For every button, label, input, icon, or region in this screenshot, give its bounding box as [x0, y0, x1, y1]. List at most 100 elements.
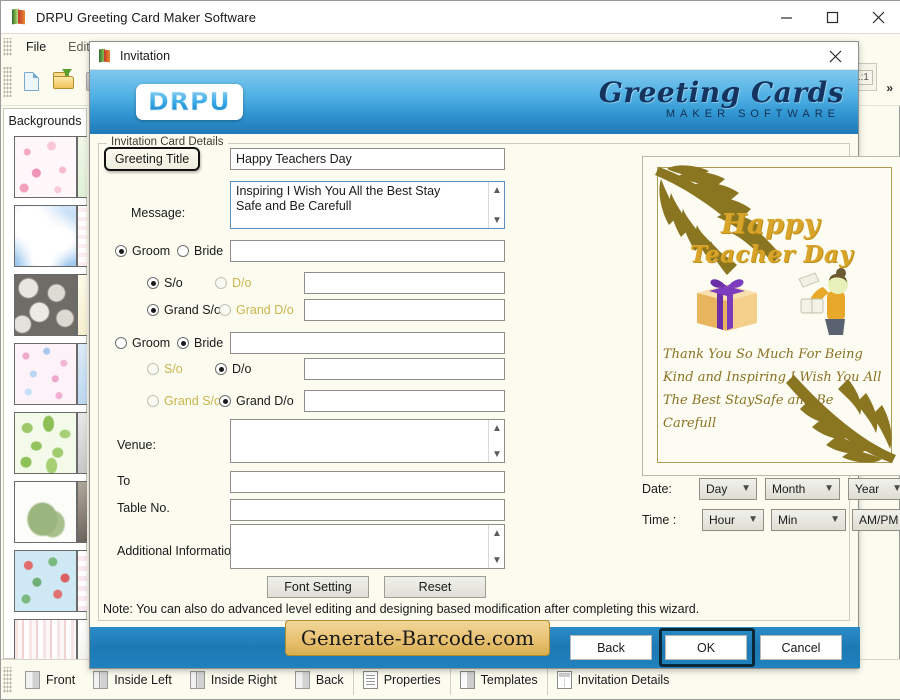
menu-file[interactable]: File — [15, 37, 57, 57]
backgrounds-list[interactable] — [3, 132, 87, 661]
venue-label: Venue: — [117, 438, 156, 452]
additional-information-textarea[interactable]: ▲ ▼ — [230, 524, 505, 569]
chevron-down-icon: ▼ — [892, 483, 900, 494]
minimize-button[interactable] — [763, 1, 809, 34]
close-button[interactable] — [855, 1, 900, 34]
chevron-down-icon: ▼ — [748, 514, 758, 525]
background-thumbnail[interactable] — [13, 274, 77, 336]
radio-person1-do[interactable]: D/o — [215, 276, 251, 290]
date-label: Date: — [642, 482, 672, 496]
radio-person1-grand-so[interactable]: Grand S/o — [147, 303, 221, 317]
font-setting-button[interactable]: Font Setting — [267, 576, 369, 598]
card-front-icon — [25, 670, 40, 689]
background-thumbnail[interactable] — [13, 619, 77, 661]
scroll-up-icon[interactable]: ▲ — [489, 421, 505, 435]
radio-person2-bride[interactable]: Bride — [177, 336, 223, 350]
maximize-button[interactable] — [809, 1, 855, 34]
radio-label: Grand S/o — [164, 394, 221, 408]
background-thumbnail[interactable] — [77, 205, 87, 267]
radio-person1-groom[interactable]: Groom — [115, 244, 170, 258]
toolbar-grip-icon[interactable] — [3, 67, 12, 97]
generate-barcode-badge[interactable]: Generate-Barcode.com — [285, 620, 550, 656]
app-title: DRPU Greeting Card Maker Software — [36, 9, 257, 25]
background-thumbnail[interactable] — [13, 205, 77, 267]
greeting-title-button[interactable]: Greeting Title — [104, 147, 200, 171]
radio-label: D/o — [232, 362, 252, 376]
new-document-button[interactable] — [17, 66, 47, 98]
radio-person2-groom[interactable]: Groom — [115, 336, 170, 350]
cancel-button[interactable]: Cancel — [760, 635, 842, 660]
venue-scrollbar[interactable]: ▲ ▼ — [488, 420, 504, 462]
radio-person2-grand-so[interactable]: Grand S/o — [147, 394, 221, 408]
month-dropdown[interactable]: Month ▼ — [765, 478, 840, 500]
background-thumbnail[interactable] — [77, 136, 87, 198]
year-dropdown[interactable]: Year ▼ — [848, 478, 900, 500]
ampm-dropdown[interactable]: AM/PM▼ — [852, 509, 900, 531]
radio-person2-so[interactable]: S/o — [147, 362, 183, 376]
venue-textarea[interactable]: ▲ ▼ — [230, 419, 505, 463]
properties-icon — [362, 670, 378, 689]
card-heading-line2: Teacher Day — [689, 241, 854, 268]
message-scrollbar[interactable]: ▲ ▼ — [488, 182, 504, 228]
radio-label: D/o — [232, 276, 252, 290]
open-folder-button[interactable] — [49, 66, 79, 98]
person2-grand-input[interactable] — [304, 390, 505, 412]
scroll-up-icon[interactable]: ▲ — [489, 526, 505, 540]
card-inside-right-icon — [189, 670, 205, 689]
bottom-bar-grip-icon[interactable] — [3, 666, 12, 693]
radio-person2-do[interactable]: D/o — [215, 362, 251, 376]
radio-person1-so[interactable]: S/o — [147, 276, 183, 290]
table-no-label: Table No. — [117, 501, 170, 515]
radio-person1-bride[interactable]: Bride — [177, 244, 223, 258]
toolbar-overflow-icon[interactable]: » — [886, 81, 893, 95]
background-thumbnail[interactable] — [13, 481, 77, 543]
ok-focus-ring — [659, 628, 755, 667]
background-thumbnail[interactable] — [13, 550, 77, 612]
tab-front[interactable]: Front — [16, 664, 84, 696]
person1-child-input[interactable] — [304, 272, 505, 294]
dialog-close-button[interactable] — [812, 42, 858, 70]
additional-scrollbar[interactable]: ▲ ▼ — [488, 525, 504, 568]
day-dropdown[interactable]: Day ▼ — [699, 478, 757, 500]
chevron-down-icon: ▼ — [830, 514, 840, 525]
scroll-up-icon[interactable]: ▲ — [489, 183, 505, 197]
tab-back-label: Back — [315, 672, 344, 687]
greeting-title-input[interactable] — [230, 148, 505, 170]
menu-grip-icon[interactable] — [3, 37, 12, 56]
table-no-input[interactable] — [230, 499, 505, 521]
hour-dropdown[interactable]: Hour ▼ — [702, 509, 764, 531]
card-back-icon — [294, 670, 310, 689]
background-thumbnail[interactable] — [77, 481, 87, 543]
background-thumbnail[interactable] — [13, 412, 77, 474]
person1-grand-input[interactable] — [304, 299, 505, 321]
background-thumbnail[interactable] — [77, 412, 87, 474]
background-thumbnail[interactable] — [77, 274, 87, 336]
background-thumbnail[interactable] — [13, 136, 77, 198]
scroll-down-icon[interactable]: ▼ — [489, 553, 505, 567]
background-thumbnail[interactable] — [77, 343, 87, 405]
person1-name-input[interactable] — [230, 240, 505, 262]
scroll-down-icon[interactable]: ▼ — [489, 447, 505, 461]
message-textarea[interactable]: Inspiring I Wish You All the Best Stay S… — [230, 181, 505, 229]
to-input[interactable] — [230, 471, 505, 493]
reset-button[interactable]: Reset — [384, 576, 486, 598]
person2-child-input[interactable] — [304, 358, 505, 380]
scroll-down-icon[interactable]: ▼ — [489, 213, 505, 227]
min-dropdown[interactable]: Min ▼ — [771, 509, 846, 531]
person2-name-input[interactable] — [230, 332, 505, 354]
background-thumbnail[interactable] — [77, 619, 87, 661]
tab-templates-label: Templates — [480, 672, 538, 687]
to-label: To — [117, 474, 131, 488]
tab-backgrounds[interactable]: Backgrounds — [3, 108, 87, 132]
radio-person2-grand-do[interactable]: Grand D/o — [219, 394, 294, 408]
dialog-title-bar: Invitation — [90, 42, 858, 70]
radio-person1-grand-do[interactable]: Grand D/o — [219, 303, 294, 317]
chevron-down-icon: ▼ — [741, 483, 751, 494]
card-inside-left-icon — [93, 670, 109, 689]
background-thumbnail[interactable] — [13, 343, 77, 405]
radio-dot — [115, 245, 127, 257]
radio-dot — [215, 363, 227, 375]
background-thumbnail[interactable] — [77, 550, 87, 612]
radio-dot — [215, 277, 227, 289]
back-button[interactable]: Back — [570, 635, 652, 660]
